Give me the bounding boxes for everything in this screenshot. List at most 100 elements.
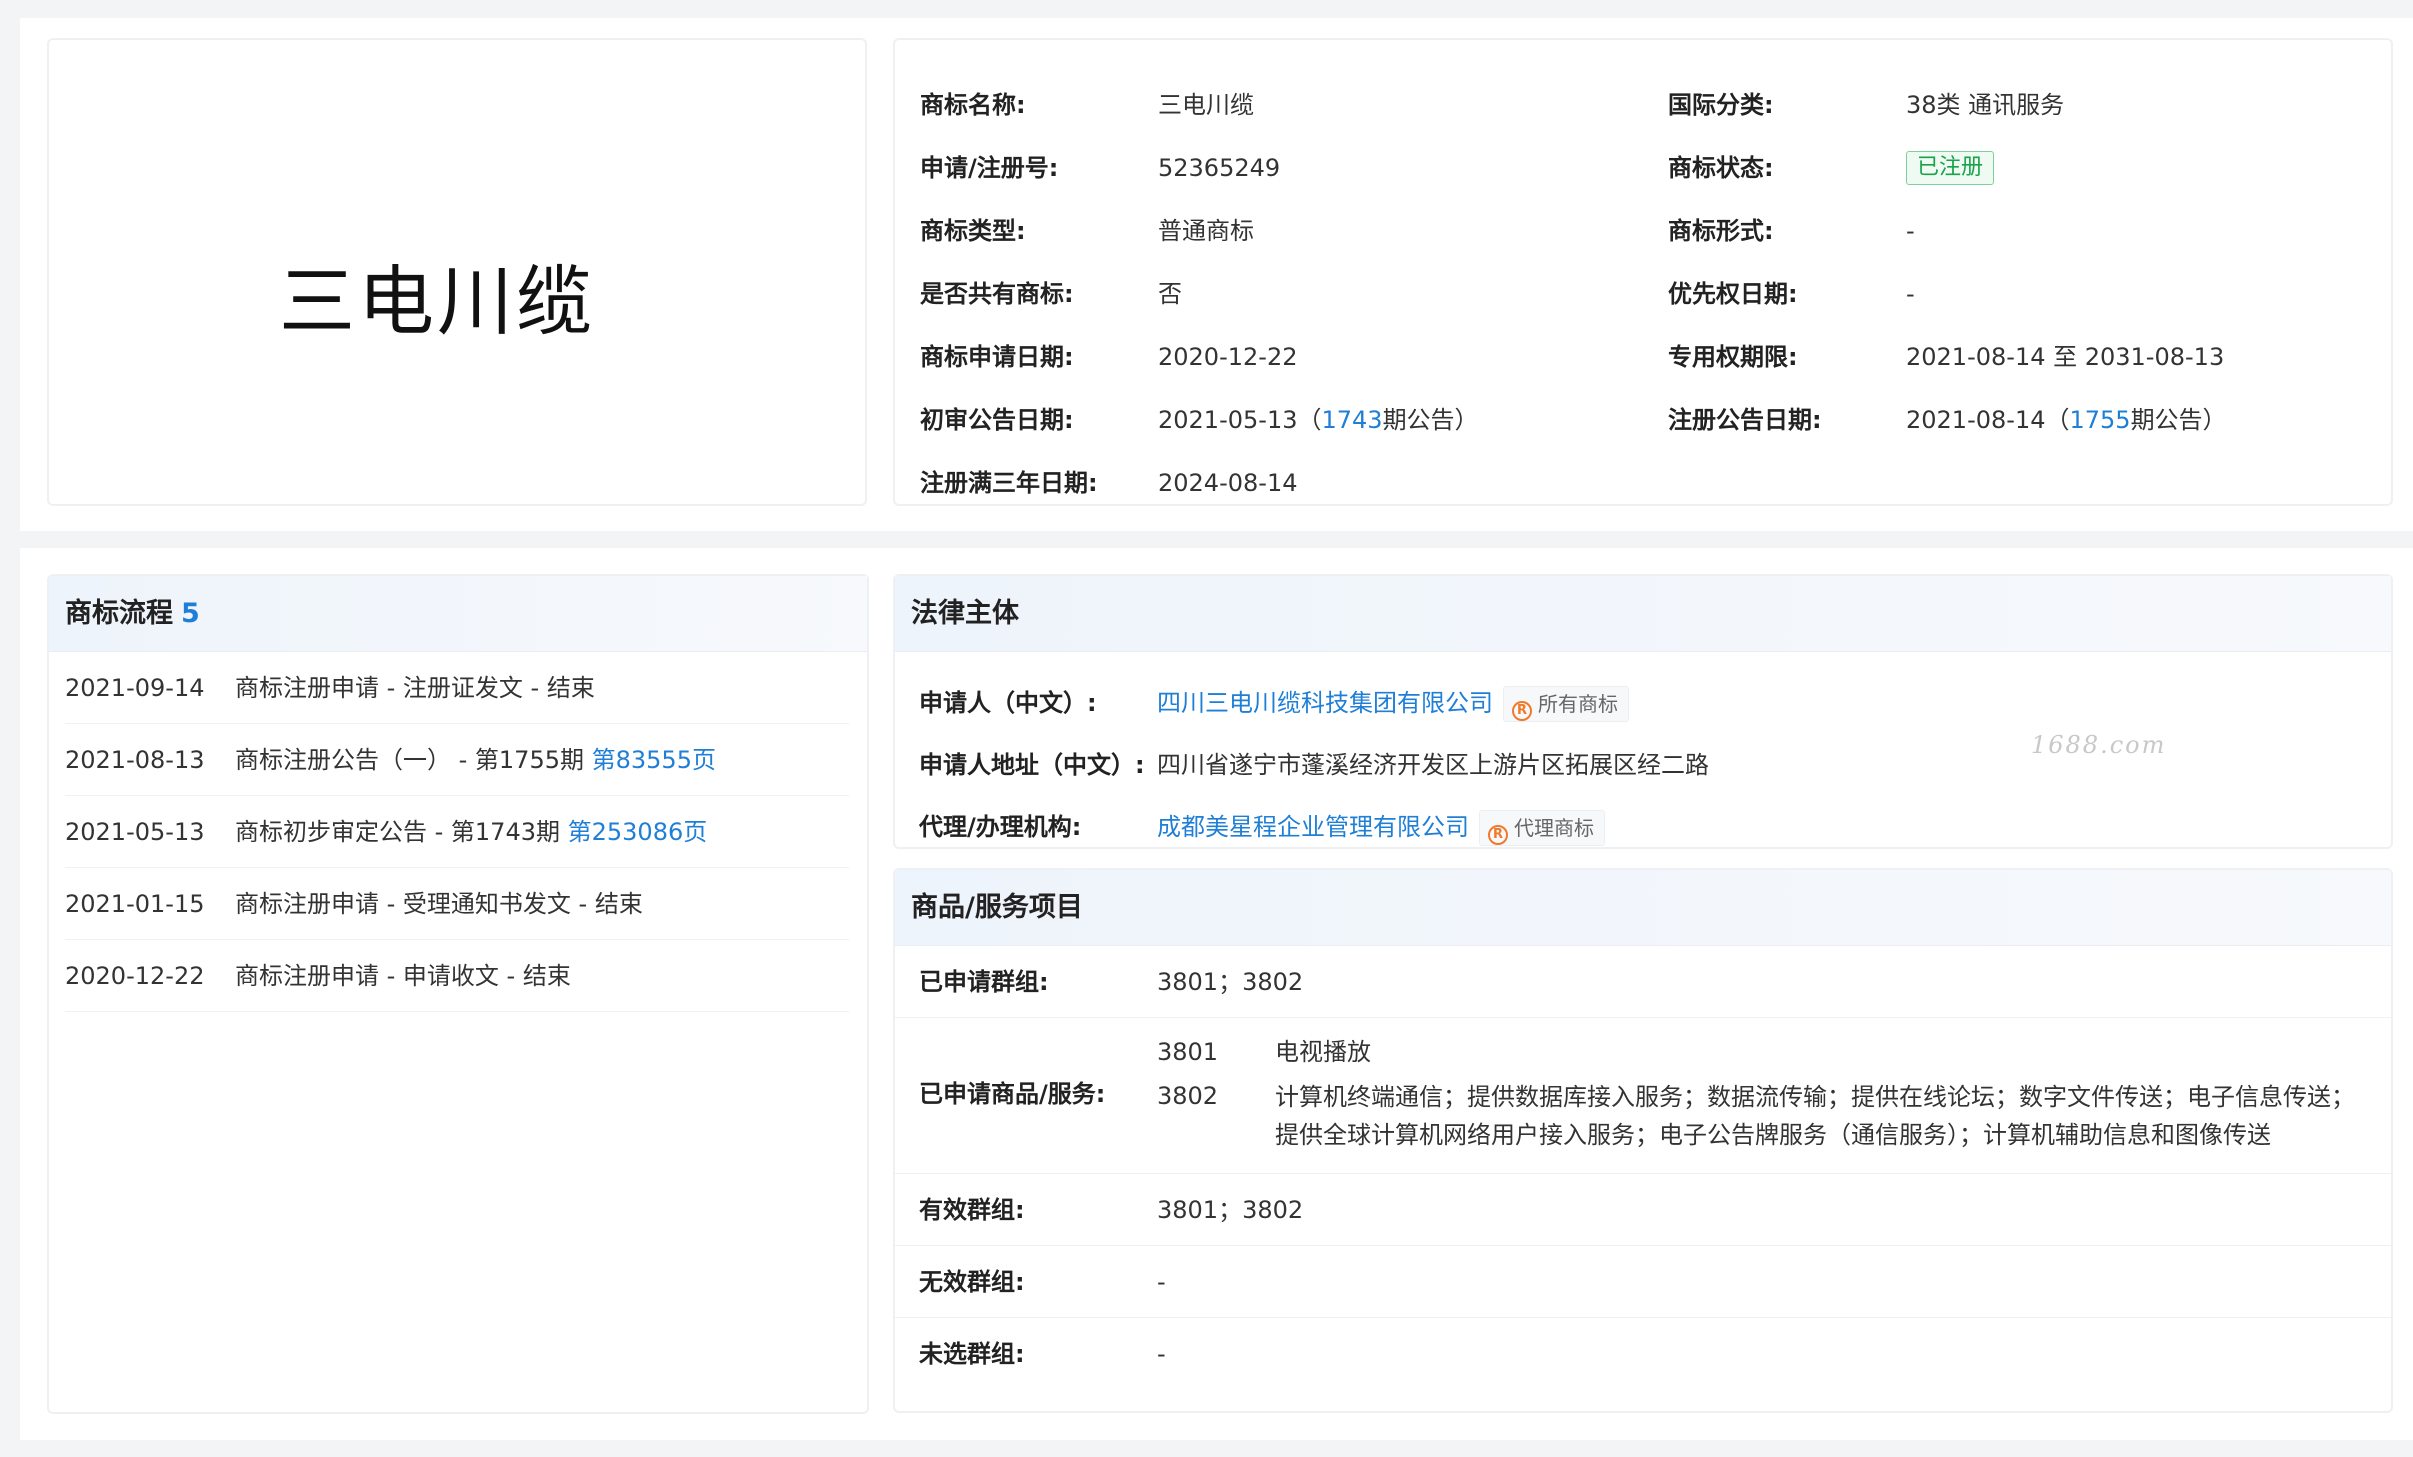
- applied-services-row: 已申请商品/服务: 3801 电视播放 3802 计算机终端通信；提供数据库接入…: [895, 1018, 2391, 1174]
- applied-services-label: 已申请商品/服务:: [919, 1080, 1106, 1108]
- process-item: 2021-05-13 商标初步审定公告 - 第1743期 第253086页: [65, 796, 849, 868]
- info-row-prelim-date: 初审公告日期: 2021-05-13（1743期公告）: [920, 400, 1660, 440]
- date-text: 2021-08-14（: [1906, 406, 2070, 434]
- process-list: 2021-09-14 商标注册申请 - 注册证发文 - 结束 2021-08-1…: [49, 652, 867, 1012]
- service-code: 3802: [1157, 1082, 1219, 1110]
- announcement-page-link[interactable]: 第253086页: [568, 818, 708, 846]
- process-desc: 商标初步审定公告 - 第1743期: [235, 818, 568, 846]
- applicant-row: 申请人（中文）: 四川三电川缆科技集团有限公司 R 所有商标: [919, 683, 2369, 723]
- info-label: 商标申请日期:: [920, 343, 1074, 371]
- process-date: 2021-05-13: [65, 818, 205, 846]
- trademark-type: 普通商标: [1158, 217, 1254, 245]
- unselected-groups-row: 未选群组: -: [895, 1318, 2391, 1390]
- valid-groups-row: 有效群组: 3801；3802: [895, 1174, 2391, 1246]
- info-row-reg-no: 申请/注册号: 52365249: [920, 148, 1660, 188]
- announcement-page-link[interactable]: 第83555页: [592, 746, 716, 774]
- info-row-form: 商标形式: -: [1668, 211, 2368, 251]
- info-row-apply-date: 商标申请日期: 2020-12-22: [920, 337, 1660, 377]
- all-trademarks-tag[interactable]: R 所有商标: [1503, 686, 1629, 722]
- registered-icon: R: [1488, 825, 1508, 845]
- application-date: 2020-12-22: [1158, 343, 1298, 371]
- info-row-shared: 是否共有商标: 否: [920, 274, 1660, 314]
- trademark-form: -: [1906, 217, 1915, 245]
- process-card: 商标流程 5 2021-09-14 商标注册申请 - 注册证发文 - 结束 202…: [47, 574, 869, 1414]
- service-code: 3801: [1157, 1038, 1219, 1066]
- applicant-value: 四川三电川缆科技集团有限公司 R 所有商标: [1157, 683, 1629, 723]
- info-label: 专用权期限:: [1668, 343, 1798, 371]
- service-item: 3802 计算机终端通信；提供数据库接入服务；数据流传输；提供在线论坛；数字文件…: [1157, 1076, 2375, 1156]
- address-label: 申请人地址（中文）:: [919, 751, 1145, 779]
- process-desc: 商标注册申请 - 申请收文 - 结束: [235, 962, 571, 990]
- process-date: 2021-01-15: [65, 890, 205, 918]
- registration-announcement: 2021-08-14（1755期公告）: [1906, 400, 2227, 440]
- registered-icon: R: [1512, 701, 1532, 721]
- info-label: 是否共有商标:: [920, 280, 1074, 308]
- service-item: 3801 电视播放: [1157, 1032, 2375, 1072]
- issue-link[interactable]: 1755: [2069, 406, 2130, 434]
- process-desc-wrap: 商标注册公告（一） - 第1755期 第83555页: [235, 724, 716, 796]
- trademark-name: 三电川缆: [1158, 91, 1254, 119]
- agent-label: 代理/办理机构:: [919, 813, 1082, 841]
- applicant-link[interactable]: 四川三电川缆科技集团有限公司: [1157, 689, 1493, 717]
- process-item: 2021-09-14 商标注册申请 - 注册证发文 - 结束: [65, 652, 849, 724]
- info-label: 注册满三年日期:: [920, 469, 1098, 497]
- registration-number: 52365249: [1158, 154, 1281, 182]
- process-desc: 商标注册申请 - 受理通知书发文 - 结束: [235, 890, 643, 918]
- status-wrap: 已注册: [1906, 148, 1995, 188]
- process-date: 2021-09-14: [65, 674, 205, 702]
- legal-title: 法律主体: [911, 598, 1019, 629]
- applied-groups-label: 已申请群组:: [919, 968, 1049, 996]
- suffix-text: 期公告）: [1382, 406, 1479, 434]
- unselected-groups-label: 未选群组:: [919, 1340, 1025, 1368]
- info-label: 优先权日期:: [1668, 280, 1798, 308]
- applicant-label: 申请人（中文）:: [919, 689, 1097, 717]
- preliminary-announcement: 2021-05-13（1743期公告）: [1158, 400, 1479, 440]
- suffix-text: 期公告）: [2130, 406, 2227, 434]
- info-row-three-year: 注册满三年日期: 2024-08-14: [920, 463, 1660, 503]
- process-item: 2021-01-15 商标注册申请 - 受理通知书发文 - 结束: [65, 868, 849, 940]
- applicant-address: 四川省遂宁市蓬溪经济开发区上游片区拓展区经二路: [1157, 751, 1709, 779]
- process-header: 商标流程 5: [49, 576, 867, 652]
- process-item: 2021-08-13 商标注册公告（一） - 第1755期 第83555页: [65, 724, 849, 796]
- date-text: 2021-05-13（: [1158, 406, 1322, 434]
- info-label: 商标类型:: [920, 217, 1026, 245]
- process-desc-wrap: 商标初步审定公告 - 第1743期 第253086页: [235, 796, 707, 868]
- agent-link[interactable]: 成都美星程企业管理有限公司: [1157, 813, 1469, 841]
- unselected-groups-value: -: [1157, 1340, 1166, 1368]
- process-desc: 商标注册申请 - 注册证发文 - 结束: [235, 674, 595, 702]
- invalid-groups-row: 无效群组: -: [895, 1246, 2391, 1318]
- invalid-groups-label: 无效群组:: [919, 1268, 1025, 1296]
- info-row-class: 国际分类: 38类 通讯服务: [1668, 85, 2368, 125]
- legal-entity-card: 法律主体 申请人（中文）: 四川三电川缆科技集团有限公司 R 所有商标 申请人地址（…: [893, 574, 2393, 849]
- info-label: 国际分类:: [1668, 91, 1774, 119]
- info-label: 初审公告日期:: [920, 406, 1074, 434]
- trademark-detail-section: 商标流程 5 2021-09-14 商标注册申请 - 注册证发文 - 结束 202…: [20, 548, 2413, 1440]
- info-label: 商标形式:: [1668, 217, 1774, 245]
- info-row-exclusive: 专用权期限: 2021-08-14 至 2031-08-13: [1668, 337, 2368, 377]
- trademark-image-text: 三电川缆: [279, 257, 595, 346]
- status-badge: 已注册: [1906, 151, 1995, 185]
- issue-link[interactable]: 1743: [1321, 406, 1382, 434]
- agent-trademarks-tag[interactable]: R 代理商标: [1479, 810, 1605, 846]
- trademark-info-card: 商标名称: 三电川缆 申请/注册号: 52365249 商标类型: 普通商标 是…: [893, 38, 2393, 506]
- info-row-status: 商标状态: 已注册: [1668, 148, 2368, 188]
- info-row-reg-announce: 注册公告日期: 2021-08-14（1755期公告）: [1668, 400, 2368, 440]
- watermark: 1688.com: [2031, 731, 2167, 759]
- tag-label: 所有商标: [1538, 692, 1618, 716]
- shared-trademark: 否: [1158, 280, 1182, 308]
- priority-date: -: [1906, 280, 1915, 308]
- exclusive-right-period: 2021-08-14 至 2031-08-13: [1906, 343, 2225, 371]
- process-count: 5: [181, 598, 200, 629]
- three-year-date: 2024-08-14: [1158, 469, 1298, 497]
- info-row-type: 商标类型: 普通商标: [920, 211, 1660, 251]
- tag-label: 代理商标: [1514, 816, 1594, 840]
- applied-groups-value: 3801；3802: [1157, 968, 1304, 996]
- applied-groups-row: 已申请群组: 3801；3802: [895, 946, 2391, 1018]
- goods-header: 商品/服务项目: [895, 870, 2391, 946]
- service-desc: 电视播放: [1275, 1038, 1371, 1066]
- legal-header: 法律主体: [895, 576, 2391, 652]
- agent-value: 成都美星程企业管理有限公司 R 代理商标: [1157, 807, 1605, 847]
- trademark-image-card: 三电川缆: [47, 38, 867, 506]
- process-title: 商标流程: [65, 598, 173, 629]
- valid-groups-label: 有效群组:: [919, 1196, 1025, 1224]
